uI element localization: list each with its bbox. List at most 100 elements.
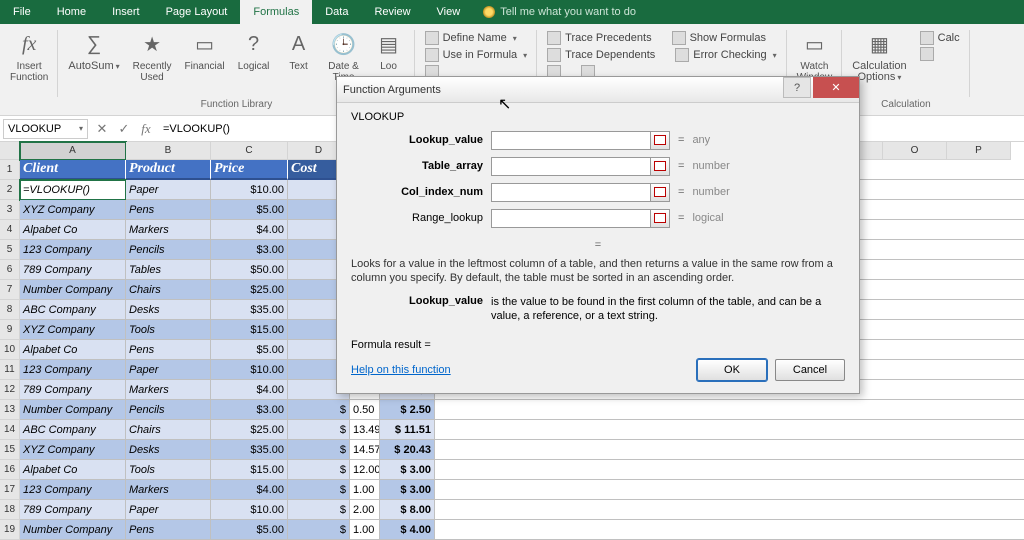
cell[interactable]: Number Company (20, 280, 126, 300)
cell[interactable]: $15.00 (211, 320, 288, 340)
cell[interactable]: $3.00 (211, 240, 288, 260)
cell[interactable]: $ (288, 400, 350, 420)
row-header-13[interactable]: 13 (0, 400, 20, 420)
cell[interactable]: $10.00 (211, 500, 288, 520)
range-selector-button[interactable] (650, 131, 670, 150)
header-cell[interactable]: Product (126, 160, 211, 180)
row-header-11[interactable]: 11 (0, 360, 20, 380)
cell[interactable]: 123 Company (20, 240, 126, 260)
column-header-C[interactable]: C (211, 142, 288, 160)
cell[interactable]: Desks (126, 440, 211, 460)
cell[interactable]: XYZ Company (20, 200, 126, 220)
tab-page-layout[interactable]: Page Layout (153, 0, 241, 24)
tab-home[interactable]: Home (44, 0, 99, 24)
cell[interactable]: $ (288, 460, 350, 480)
cell[interactable]: Pencils (126, 240, 211, 260)
lookup-reference-button[interactable]: ▤Loo (367, 26, 411, 74)
cell[interactable]: $35.00 (211, 440, 288, 460)
cell[interactable]: 789 Company (20, 500, 126, 520)
cancel-formula-icon[interactable]: ✕ (91, 118, 113, 140)
cell[interactable]: $15.00 (211, 460, 288, 480)
tab-insert[interactable]: Insert (99, 0, 153, 24)
cell[interactable]: Alpabet Co (20, 220, 126, 240)
row-header-1[interactable]: 1 (0, 160, 20, 180)
cell[interactable]: $35.00 (211, 300, 288, 320)
tab-file[interactable]: File (0, 0, 44, 24)
dialog-help-icon[interactable]: ? (783, 77, 811, 98)
header-cell[interactable]: Price (211, 160, 288, 180)
cell[interactable]: 0.50 (350, 400, 380, 420)
cancel-button[interactable]: Cancel (775, 359, 845, 381)
cell[interactable]: 789 Company (20, 380, 126, 400)
cell[interactable]: $ 3.00 (380, 460, 435, 480)
arg-input-table_array[interactable] (491, 157, 651, 176)
dialog-close-button[interactable]: ✕ (813, 77, 859, 98)
financial-button[interactable]: ▭Financial (179, 26, 231, 74)
cell[interactable]: $4.00 (211, 380, 288, 400)
row-header-12[interactable]: 12 (0, 380, 20, 400)
tab-view[interactable]: View (424, 0, 474, 24)
cell[interactable]: Alpabet Co (20, 340, 126, 360)
row-header-6[interactable]: 6 (0, 260, 20, 280)
cell[interactable]: Number Company (20, 520, 126, 540)
cell[interactable]: Paper (126, 500, 211, 520)
ok-button[interactable]: OK (697, 359, 767, 381)
cell[interactable]: Chairs (126, 280, 211, 300)
cell[interactable]: Tables (126, 260, 211, 280)
row-header-3[interactable]: 3 (0, 200, 20, 220)
cell[interactable]: $3.00 (211, 400, 288, 420)
use-in-formula-button[interactable]: Use in Formula▾ (419, 47, 534, 63)
cell[interactable]: 123 Company (20, 360, 126, 380)
cell[interactable]: 1.00 (350, 520, 380, 540)
column-header-A[interactable]: A (20, 142, 126, 160)
cell[interactable]: $ 11.51 (380, 420, 435, 440)
cell[interactable]: Markers (126, 380, 211, 400)
cell[interactable]: 13.49 (350, 420, 380, 440)
error-checking-button[interactable]: Error Checking▾ (669, 47, 782, 63)
cell[interactable]: =VLOOKUP() (20, 180, 126, 200)
cell[interactable]: XYZ Company (20, 440, 126, 460)
row-header-17[interactable]: 17 (0, 480, 20, 500)
cell[interactable]: 2.00 (350, 500, 380, 520)
cell[interactable]: $5.00 (211, 520, 288, 540)
range-selector-button[interactable] (650, 209, 670, 228)
arg-input-col_index_num[interactable] (491, 183, 651, 202)
cell[interactable]: Alpabet Co (20, 460, 126, 480)
row-header-14[interactable]: 14 (0, 420, 20, 440)
row-header-4[interactable]: 4 (0, 220, 20, 240)
cell[interactable]: $4.00 (211, 220, 288, 240)
cell[interactable]: $ (288, 500, 350, 520)
recently-used-button[interactable]: ★Recently Used (127, 26, 178, 85)
cell[interactable]: $25.00 (211, 420, 288, 440)
trace-precedents-button[interactable]: Trace Precedents (541, 30, 657, 46)
cell[interactable]: Tools (126, 460, 211, 480)
row-header-9[interactable]: 9 (0, 320, 20, 340)
cell[interactable]: XYZ Company (20, 320, 126, 340)
cell[interactable]: Pens (126, 200, 211, 220)
cell[interactable]: 12.00 (350, 460, 380, 480)
range-selector-button[interactable] (650, 183, 670, 202)
row-header-18[interactable]: 18 (0, 500, 20, 520)
enter-formula-icon[interactable]: ✓ (113, 118, 135, 140)
cell[interactable]: ABC Company (20, 420, 126, 440)
column-header[interactable]: P (947, 142, 1011, 160)
cell[interactable]: Tools (126, 320, 211, 340)
cell[interactable]: Markers (126, 480, 211, 500)
text-button[interactable]: AText (277, 26, 321, 74)
column-header[interactable]: O (883, 142, 947, 160)
cell[interactable]: Pencils (126, 400, 211, 420)
cell[interactable]: $ 2.50 (380, 400, 435, 420)
dialog-titlebar[interactable]: Function Arguments ? ✕ (337, 77, 859, 103)
arg-input-lookup_value[interactable] (491, 131, 651, 150)
column-header-B[interactable]: B (126, 142, 211, 160)
tab-formulas[interactable]: Formulas (240, 0, 312, 24)
cell[interactable]: $10.00 (211, 180, 288, 200)
help-on-function-link[interactable]: Help on this function (351, 364, 451, 376)
row-header-15[interactable]: 15 (0, 440, 20, 460)
select-all-corner[interactable] (0, 142, 20, 160)
cell[interactable]: $ 8.00 (380, 500, 435, 520)
cell[interactable]: $5.00 (211, 200, 288, 220)
cell[interactable]: $10.00 (211, 360, 288, 380)
row-header-2[interactable]: 2 (0, 180, 20, 200)
arg-input-range_lookup[interactable] (491, 209, 651, 228)
